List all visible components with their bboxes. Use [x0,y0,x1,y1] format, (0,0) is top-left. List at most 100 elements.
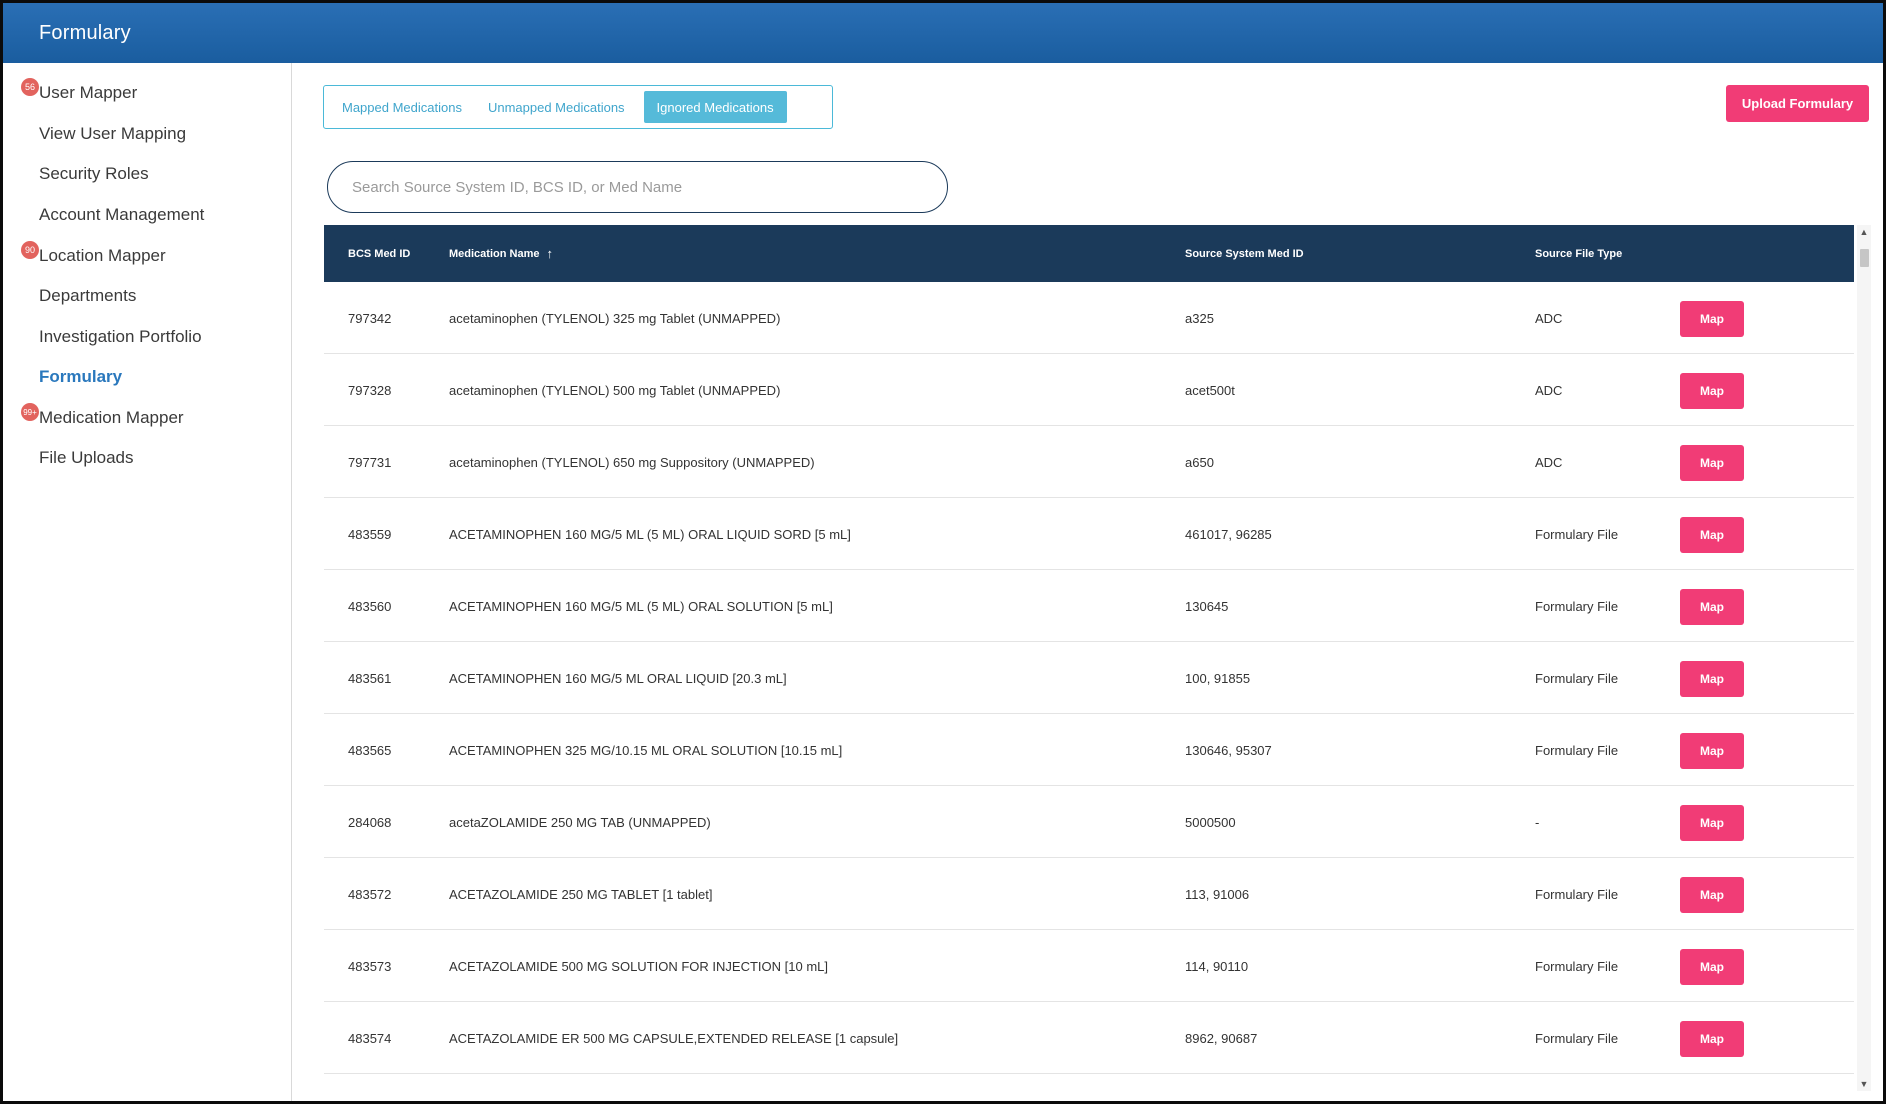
bcs-med-id-cell: 483559 [348,526,392,542]
source-system-id-cell: 130646, 95307 [1185,742,1272,758]
search-input[interactable] [327,161,948,213]
source-file-type-cell: Formulary File [1535,1030,1619,1046]
source-system-id-cell: 130645 [1185,598,1229,614]
bcs-med-id-cell: 483574 [348,1030,392,1046]
sidebar-item-label: Investigation Portfolio [39,327,202,346]
medication-name-cell: acetaminophen (TYLENOL) 650 mg Supposito… [449,454,815,470]
medication-name-cell: acetaminophen (TYLENOL) 500 mg Tablet (U… [449,382,781,398]
source-file-type-cell: Formulary File [1535,598,1619,614]
source-system-id-cell: 114, 90110 [1185,958,1249,974]
map-button[interactable]: Map [1680,733,1744,769]
table-row: 483572 ACETAZOLAMIDE 250 MG TABLET [1 ta… [324,858,1854,930]
source-system-id-cell: 5000500 [1185,814,1236,830]
bcs-med-id-cell: 483560 [348,598,392,614]
map-button[interactable]: Map [1680,373,1744,409]
sidebar-item-label: Account Management [39,205,205,224]
sort-ascending-icon: ↑ [546,246,553,261]
table-row: 483560 ACETAMINOPHEN 160 MG/5 ML (5 ML) … [324,570,1854,642]
map-button[interactable]: Map [1680,517,1744,553]
table-row: 483565 ACETAMINOPHEN 325 MG/10.15 ML ORA… [324,714,1854,786]
bcs-med-id-cell: 797328 [348,382,392,398]
tab-mapped-medications[interactable]: Mapped Medications [329,91,475,123]
sidebar-item-label: Medication Mapper [39,408,184,427]
scrollbar-thumb[interactable] [1860,249,1869,267]
sidebar-item-file-uploads[interactable]: File Uploads [39,448,134,468]
tab-ignored-medications[interactable]: Ignored Medications [643,91,787,123]
medications-table: BCS Med ID Medication Name ↑ Source Syst… [324,225,1854,1091]
source-system-id-cell: 113, 91006 [1185,886,1250,902]
scroll-down-arrow-icon[interactable]: ▼ [1857,1079,1871,1089]
source-system-id-cell: a650 [1185,454,1214,470]
table-row: 797342 acetaminophen (TYLENOL) 325 mg Ta… [324,282,1854,354]
notification-badge: 90 [21,241,39,259]
sidebar-item-label: Location Mapper [39,246,166,265]
sidebar-item-view-user-mapping[interactable]: View User Mapping [39,124,186,144]
bcs-med-id-cell: 797342 [348,310,392,326]
medication-name-cell: ACETAZOLAMIDE 250 MG TABLET [1 tablet] [449,886,713,902]
source-file-type-cell: - [1535,814,1540,830]
source-file-type-cell: ADC [1535,310,1563,326]
source-system-id-cell: 8962, 90687 [1185,1030,1258,1046]
column-header-source-file-type[interactable]: Source File Type [1535,225,1622,282]
sidebar-item-security-roles[interactable]: Security Roles [39,164,149,184]
tab-unmapped-medications[interactable]: Unmapped Medications [475,91,638,123]
sidebar-item-account-management[interactable]: Account Management [39,205,204,225]
table-row: 483559 ACETAMINOPHEN 160 MG/5 ML (5 ML) … [324,498,1854,570]
map-button[interactable]: Map [1680,877,1744,913]
sidebar-item-label: Security Roles [39,164,149,183]
sidebar-item-location-mapper[interactable]: 90 Location Mapper [21,241,166,266]
sidebar-item-label: View User Mapping [39,124,187,143]
table-header: BCS Med ID Medication Name ↑ Source Syst… [324,225,1854,282]
app-window: Formulary 56 User Mapper View User Mappi… [0,0,1886,1104]
notification-badge: 56 [21,78,39,96]
table-row: 483574 ACETAZOLAMIDE ER 500 MG CAPSULE,E… [324,1002,1854,1074]
map-button[interactable]: Map [1680,1021,1744,1057]
scroll-up-arrow-icon[interactable]: ▲ [1857,227,1871,237]
source-file-type-cell: ADC [1535,454,1563,470]
medication-tabs: Mapped Medications Unmapped Medications … [323,85,833,129]
map-button[interactable]: Map [1680,589,1744,625]
source-file-type-cell: Formulary File [1535,670,1619,686]
sidebar-item-departments[interactable]: Departments [39,286,136,306]
table-body: 797342 acetaminophen (TYLENOL) 325 mg Ta… [324,282,1854,1074]
map-button[interactable]: Map [1680,661,1744,697]
upload-formulary-button[interactable]: Upload Formulary [1726,85,1869,122]
bcs-med-id-cell: 483572 [348,886,392,902]
map-button[interactable]: Map [1680,301,1744,337]
sidebar-item-label: Formulary [39,367,123,386]
map-button[interactable]: Map [1680,805,1744,841]
sidebar: 56 User Mapper View User Mapping Securit… [3,63,292,1101]
top-bar: Formulary [3,3,1883,63]
source-system-id-cell: 461017, 96285 [1185,526,1272,542]
table-scrollbar[interactable]: ▲ ▼ [1857,225,1871,1091]
source-system-id-cell: 100, 91855 [1185,670,1251,686]
column-header-bcs-med-id[interactable]: BCS Med ID [348,225,410,282]
source-system-id-cell: acet500t [1185,382,1235,398]
table-row: 797731 acetaminophen (TYLENOL) 650 mg Su… [324,426,1854,498]
source-file-type-cell: Formulary File [1535,958,1619,974]
table-row: 483561 ACETAMINOPHEN 160 MG/5 ML ORAL LI… [324,642,1854,714]
sidebar-item-user-mapper[interactable]: 56 User Mapper [21,78,137,103]
bcs-med-id-cell: 483573 [348,958,392,974]
page-title: Formulary [39,21,131,44]
medication-name-cell: ACETAMINOPHEN 325 MG/10.15 ML ORAL SOLUT… [449,742,843,758]
sidebar-item-label: File Uploads [39,448,134,467]
bcs-med-id-cell: 284068 [348,814,392,830]
sidebar-item-formulary[interactable]: Formulary [39,367,122,387]
sidebar-item-medication-mapper[interactable]: 99+ Medication Mapper [21,403,184,428]
medication-name-cell: ACETAMINOPHEN 160 MG/5 ML (5 ML) ORAL SO… [449,598,833,614]
bcs-med-id-cell: 483565 [348,742,392,758]
source-file-type-cell: Formulary File [1535,742,1619,758]
source-file-type-cell: Formulary File [1535,526,1619,542]
source-system-id-cell: a325 [1185,310,1214,326]
map-button[interactable]: Map [1680,949,1744,985]
bcs-med-id-cell: 483561 [348,670,392,686]
table-row: 483573 ACETAZOLAMIDE 500 MG SOLUTION FOR… [324,930,1854,1002]
column-header-source-system-med-id[interactable]: Source System Med ID [1185,225,1304,282]
map-button[interactable]: Map [1680,445,1744,481]
column-header-medication-name[interactable]: Medication Name ↑ [449,225,553,282]
medication-name-cell: acetaminophen (TYLENOL) 325 mg Tablet (U… [449,310,781,326]
source-file-type-cell: Formulary File [1535,886,1619,902]
medication-name-cell: ACETAMINOPHEN 160 MG/5 ML ORAL LIQUID [2… [449,670,787,686]
sidebar-item-investigation-portfolio[interactable]: Investigation Portfolio [39,327,202,347]
